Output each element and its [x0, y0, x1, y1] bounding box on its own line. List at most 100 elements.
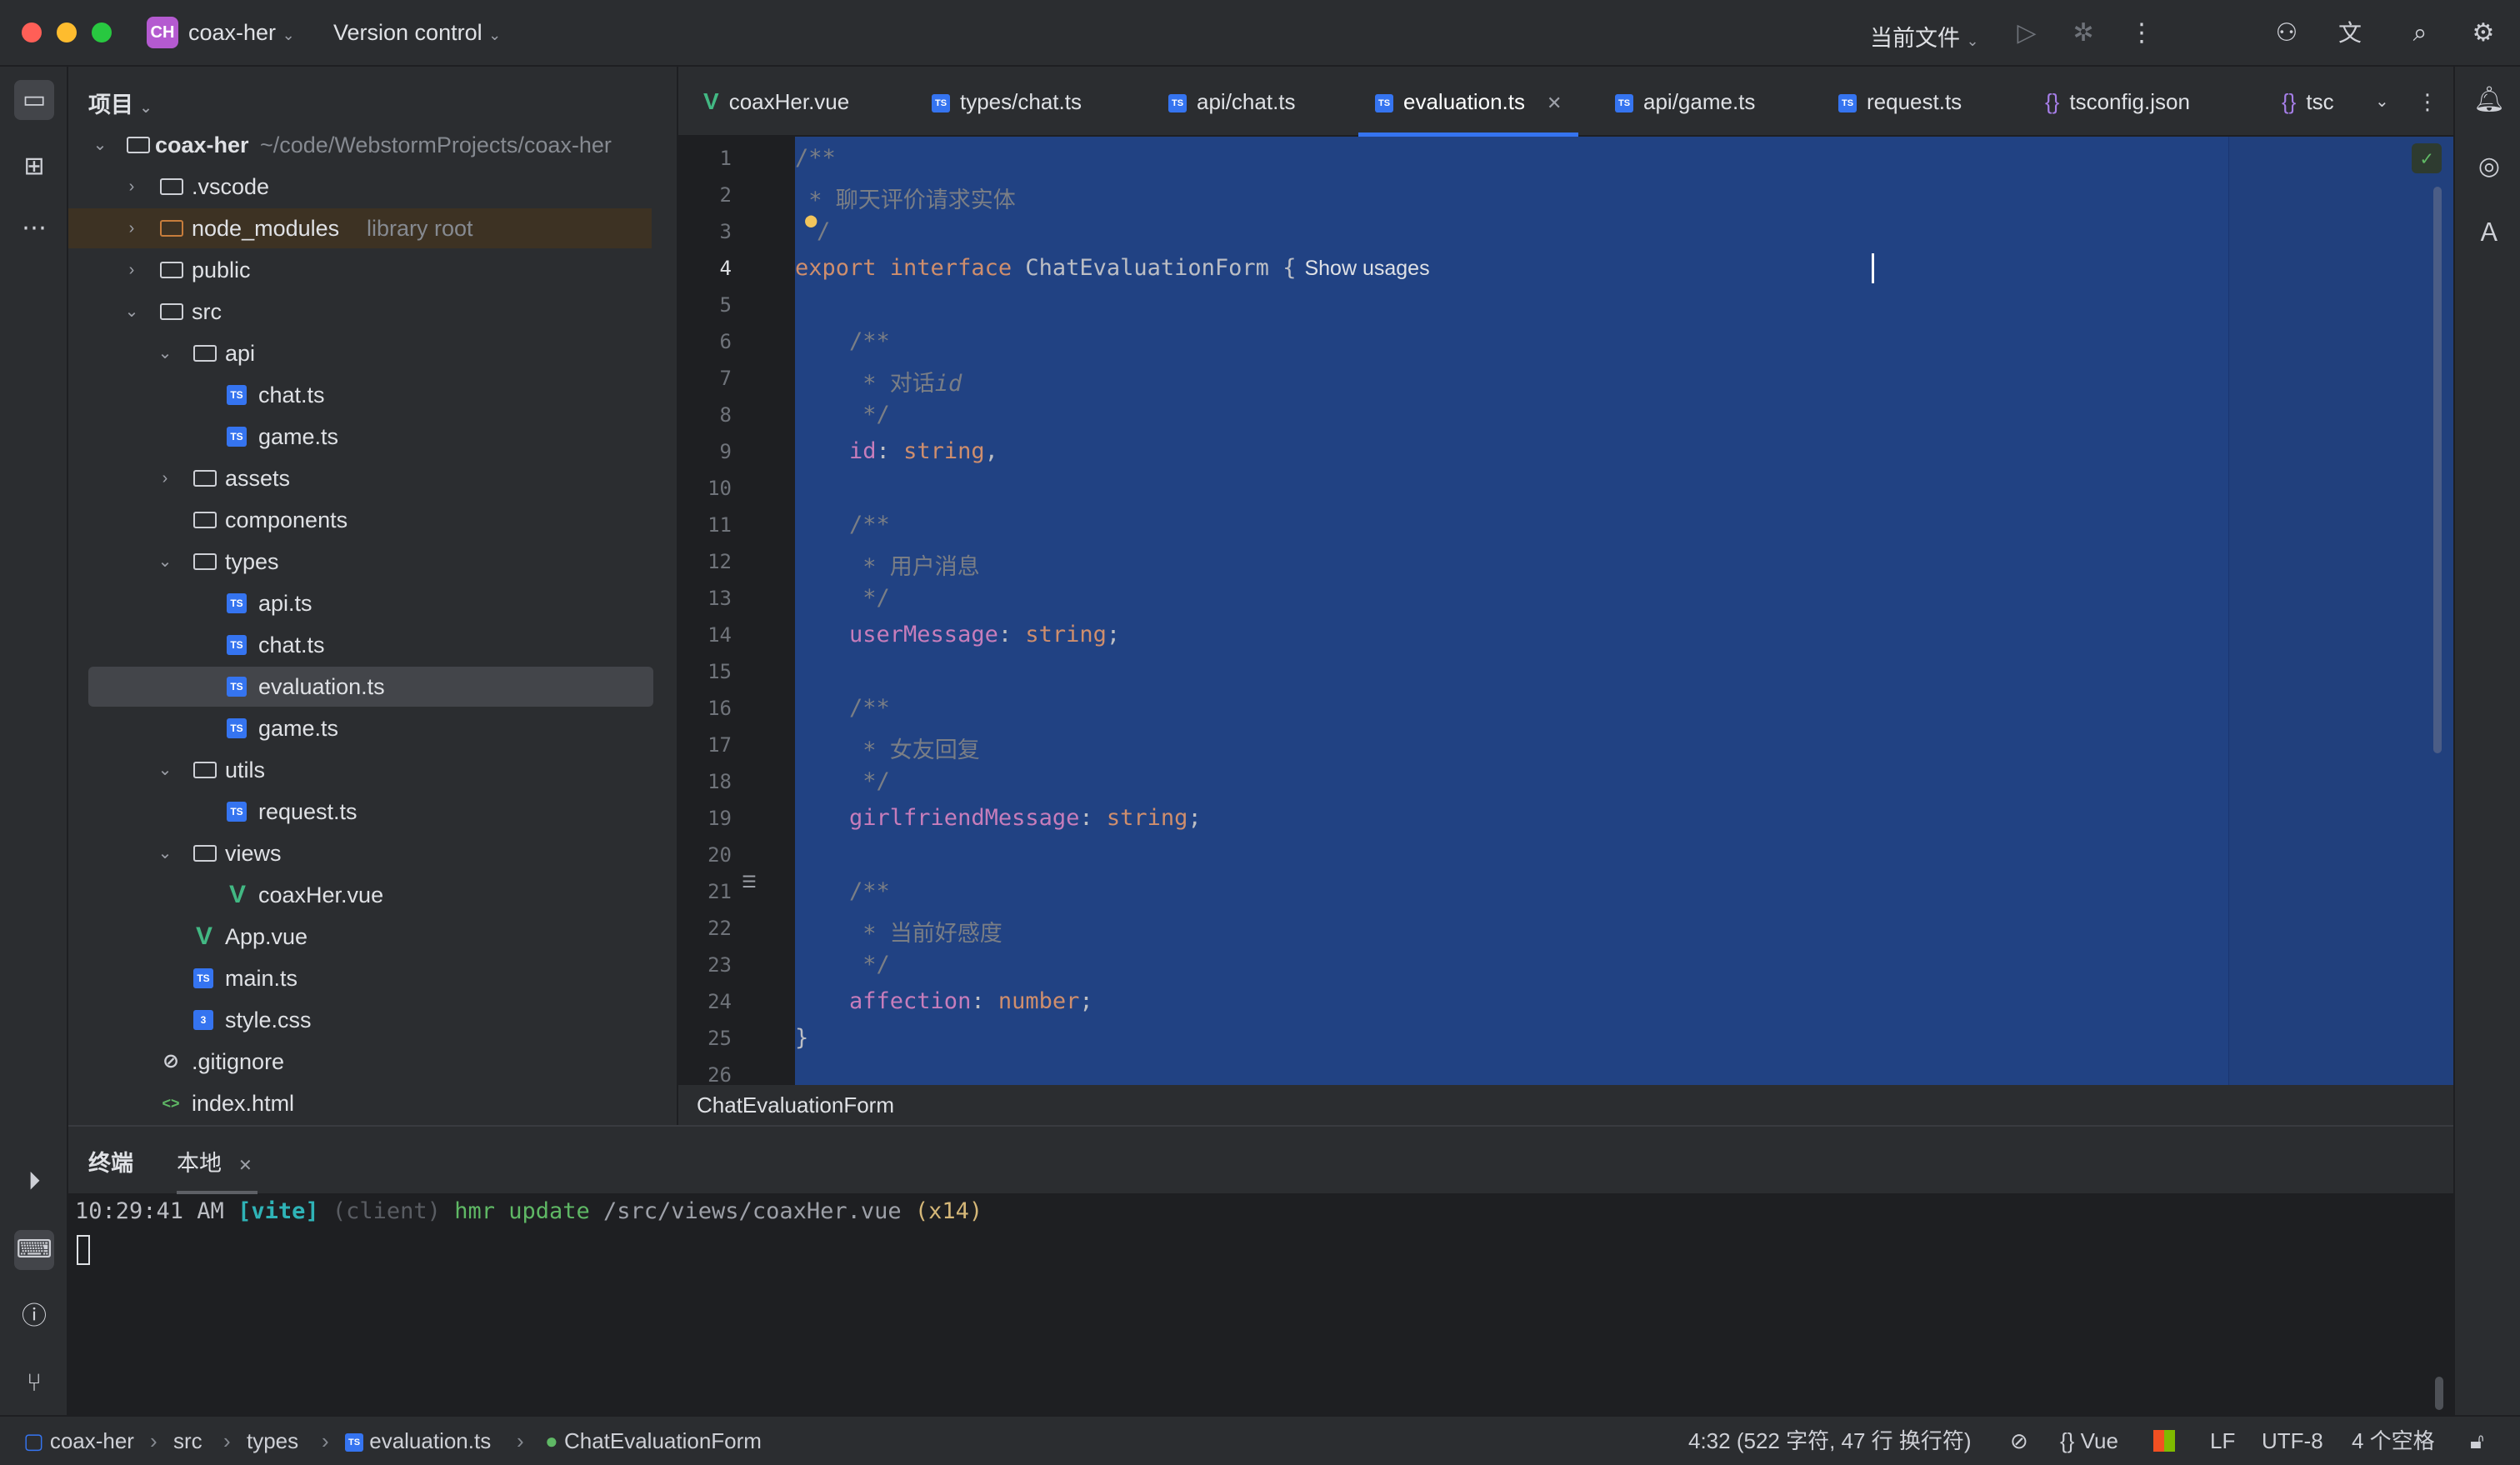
fold-marker-icon[interactable]: ☰ [742, 872, 757, 892]
close-tab-icon[interactable]: ✕ [238, 1157, 252, 1175]
tab-request-ts[interactable]: TS request.ts [1838, 67, 1962, 137]
inspection-ok-icon[interactable]: ✓ [2412, 143, 2442, 173]
project-badge[interactable]: CH [147, 17, 178, 48]
translate-icon[interactable]: 文 [2333, 17, 2367, 50]
chevron-down-icon[interactable]: ⌄ [155, 750, 175, 790]
tree-item[interactable]: ⌄ views [68, 833, 652, 873]
tree-item[interactable]: › public [68, 250, 652, 290]
code-line-1: /** [795, 145, 836, 171]
problems-icon[interactable]: ⓘ [14, 1297, 54, 1337]
tree-root[interactable]: ⌄ coax-her ~/code/WebstormProjects/coax-… [68, 125, 652, 165]
indent-setting[interactable]: 4 个空格 [2352, 1417, 2435, 1465]
status-crumb-project[interactable]: ▢ coax-her [23, 1417, 134, 1465]
minimize-window-button[interactable] [57, 22, 77, 42]
close-tab-icon[interactable]: ✕ [1547, 92, 1562, 113]
line-number: 26 [708, 1063, 732, 1085]
git-branch-icon[interactable]: ⑂ [14, 1363, 54, 1403]
line-number: 17 [708, 733, 732, 757]
chevron-down-icon[interactable]: ⌄ [155, 833, 175, 873]
tab-types-chat-ts[interactable]: TS types/chat.ts [932, 67, 1082, 137]
tabs-more-icon[interactable]: ⋮ [2417, 67, 2438, 137]
tree-item[interactable]: ⌄ types [68, 542, 652, 582]
chevron-down-icon[interactable]: ⌄ [122, 292, 142, 332]
lock-icon[interactable]: 🔓︎ [2470, 1417, 2484, 1465]
tree-item[interactable]: TS api.ts [68, 583, 652, 623]
more-tools-icon[interactable]: ⋯ [14, 208, 54, 248]
windows-plugin-icon[interactable] [2153, 1430, 2175, 1452]
tree-item[interactable]: TS chat.ts [68, 625, 652, 665]
tree-item[interactable]: ⊘ .gitignore [68, 1042, 652, 1082]
terminal-icon[interactable]: ⌨ [14, 1230, 54, 1270]
project-selector[interactable]: coax-her ⌄ [188, 20, 295, 46]
chevron-right-icon[interactable]: › [122, 250, 142, 290]
chevron-right-icon[interactable]: › [122, 208, 142, 248]
tree-item[interactable]: <> index.html [68, 1083, 652, 1123]
status-crumb-symbol[interactable]: ● ChatEvaluationForm [545, 1417, 762, 1465]
tree-item[interactable]: › node_modules library root [68, 208, 652, 248]
caret-position[interactable]: 4:32 (522 字符, 47 行 换行符) [1688, 1417, 1972, 1465]
status-crumb-src[interactable]: src [173, 1417, 202, 1465]
terminal-cursor[interactable] [77, 1235, 90, 1265]
add-user-icon[interactable]: ⚇ [2270, 17, 2303, 50]
code-editor[interactable]: 1 2 3 4 5 6 7 8 9 10 11 12 13 14 15 16 17 18 19 20 21 22 23 24 2… [678, 137, 2453, 1085]
vcs-selector[interactable]: Version control ⌄ [333, 20, 501, 46]
tab-evaluation-ts[interactable]: TS evaluation.ts ✕ [1358, 67, 1579, 137]
line-number: 14 [708, 623, 732, 647]
translation-panel-icon[interactable]: Ａ [2469, 213, 2509, 253]
tabs-dropdown-chevron-icon[interactable]: ⌄ [2375, 67, 2389, 137]
inspection-disabled-icon[interactable]: ⊘ [2010, 1417, 2028, 1465]
tree-item[interactable]: TS request.ts [68, 792, 652, 832]
tree-item[interactable]: ⌄ src [68, 292, 652, 332]
project-folder-icon[interactable]: ▭ [14, 80, 54, 120]
tree-item[interactable]: ⌄ utils [68, 750, 652, 790]
tree-item[interactable]: TS game.ts [68, 708, 652, 748]
more-icon[interactable]: ⋮ [2125, 17, 2158, 50]
folder-icon [160, 303, 183, 320]
close-window-button[interactable] [22, 22, 42, 42]
tree-item[interactable]: › .vscode [68, 167, 652, 207]
tab-terminal-local[interactable]: 本地 ✕ [177, 1145, 258, 1194]
chevron-down-icon[interactable]: ⌄ [155, 333, 175, 373]
tab-tsc-truncated[interactable]: {} tsc [2282, 67, 2370, 137]
tab-coaxher-vue[interactable]: VcoaxHer.vue [703, 67, 849, 137]
ai-assistant-icon[interactable]: ◎ [2469, 147, 2509, 187]
line-number: 3 [719, 220, 732, 243]
status-crumb-file[interactable]: TS evaluation.ts [345, 1417, 491, 1465]
search-icon[interactable]: ⌕ [2403, 17, 2437, 50]
structure-icon[interactable]: ⊞ [14, 147, 54, 187]
chevron-down-icon[interactable]: ⌄ [155, 542, 175, 582]
tree-item[interactable]: components [68, 500, 652, 540]
tree-item[interactable]: TS evaluation.ts [88, 667, 653, 707]
tree-item[interactable]: V App.vue [68, 917, 652, 957]
editor-scrollbar[interactable] [2433, 187, 2442, 753]
settings-gear-icon[interactable]: ⚙ [2467, 17, 2500, 50]
run-config-selector[interactable]: 当前文件 ⌄ [1870, 20, 1979, 52]
file-encoding[interactable]: UTF-8 [2262, 1417, 2323, 1465]
run-services-icon[interactable]: ⏵ [14, 1162, 54, 1202]
line-separator[interactable]: LF [2210, 1417, 2235, 1465]
tree-item[interactable]: TS game.ts [68, 417, 652, 457]
tree-item[interactable]: VcoaxHer.vue [68, 875, 652, 915]
show-usages-link[interactable]: Show usages [1304, 257, 1429, 280]
run-icon[interactable]: ▷ [2010, 17, 2043, 50]
tree-item[interactable]: › assets [68, 458, 652, 498]
language-selector[interactable]: {} Vue [2060, 1417, 2118, 1465]
tree-item[interactable]: TS main.ts [68, 958, 652, 998]
terminal-scrollbar[interactable] [2435, 1377, 2443, 1410]
tab-api-game-ts[interactable]: TS api/game.ts [1615, 67, 1755, 137]
project-panel-title[interactable]: 项目 ⌄ [88, 87, 152, 119]
tree-item[interactable]: ⌄ api [68, 333, 652, 373]
chevron-right-icon[interactable]: › [122, 167, 142, 207]
tree-item[interactable]: TS chat.ts [68, 375, 652, 415]
chevron-right-icon[interactable]: › [155, 458, 175, 498]
debug-icon[interactable]: ✲ [2067, 17, 2100, 50]
tab-tsconfig-json[interactable]: {} tsconfig.json [2045, 67, 2190, 137]
tree-item[interactable]: 3 style.css [68, 1000, 652, 1040]
tab-api-chat-ts[interactable]: TS api/chat.ts [1168, 67, 1296, 137]
zoom-window-button[interactable] [92, 22, 112, 42]
status-crumb-types[interactable]: types [247, 1417, 298, 1465]
notifications-bell-icon[interactable]: 🔔︎ [2469, 80, 2509, 120]
code-line-23: */ [795, 952, 890, 978]
code-line-14: userMessage: string; [795, 622, 1121, 648]
editor-breadcrumb[interactable]: ChatEvaluationForm [678, 1085, 2453, 1125]
